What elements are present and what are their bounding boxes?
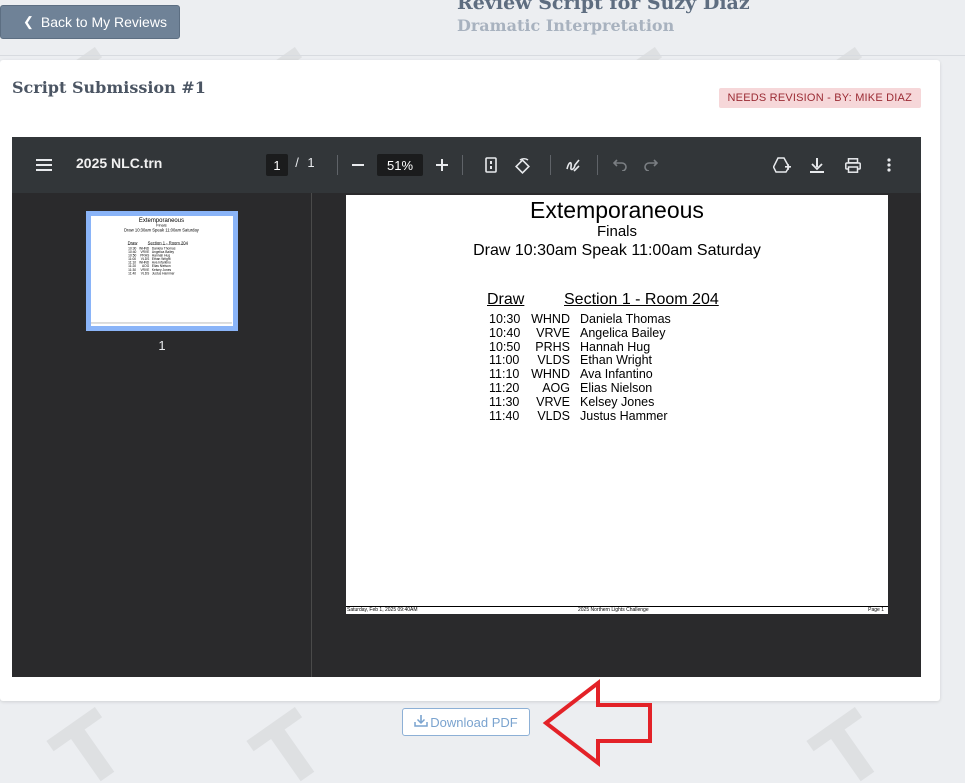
draw-row: 11:10 WHND Ava Infantino	[346, 367, 888, 382]
footer-page: Page 1	[868, 607, 884, 613]
zoom-out-icon[interactable]	[346, 153, 370, 177]
row-time: 10:50	[489, 339, 521, 354]
rotate-icon[interactable]	[511, 153, 535, 177]
thumbnail-preview: Extemporaneous Finals Draw 10:30am Speak…	[91, 216, 232, 325]
annotate-icon[interactable]	[561, 153, 585, 177]
page-separator: /	[295, 155, 299, 170]
status-badge: NEEDS REVISION - BY: MIKE DIAZ	[718, 88, 921, 108]
draw-row: 10:40 VRVE Angelica Bailey	[346, 325, 888, 341]
pdf-file-name: 2025 NLC.trn	[76, 155, 163, 171]
download-icon	[414, 714, 429, 730]
more-vert-icon[interactable]	[877, 153, 901, 177]
pdf-viewer: 2025 NLC.trn 1 / 1 51% Extemporaneous Fi…	[12, 137, 921, 677]
draw-list: 10:30 WHND Daniela Thomas 10:40 VRVE Angelic…	[346, 312, 888, 424]
row-school: AOG	[542, 380, 570, 395]
watermark: T	[35, 692, 145, 783]
thumb-doc-round: Finals	[156, 223, 167, 228]
back-button-label: Back to My Reviews	[40, 14, 167, 30]
download-icon[interactable]	[805, 153, 829, 177]
doc-title: Extemporaneous	[530, 197, 704, 223]
page-subtitle: Dramatic Interpretation	[457, 16, 675, 35]
toolbar-divider	[550, 155, 551, 175]
footer-event: 2025 Northern Lights Challenge	[578, 607, 649, 613]
row-school: VLDS	[537, 408, 570, 423]
row-name: Daniela Thomas	[580, 312, 671, 326]
top-bar: ❮ Back to My Reviews Review Script for S…	[0, 0, 965, 56]
row-school: WHND	[531, 312, 570, 326]
chevron-left-icon: ❮	[23, 14, 34, 29]
row-school: PRHS	[535, 339, 570, 354]
arrow-annotation	[542, 678, 652, 768]
row-name: Angelica Bailey	[580, 325, 666, 340]
row-school: VRVE	[536, 394, 570, 409]
draw-row: 10:50 PRHS Hannah Hug	[346, 339, 888, 355]
redo-icon[interactable]	[639, 153, 663, 177]
row-name: Elias Nielson	[580, 380, 653, 395]
row-time: 11:00	[489, 353, 520, 368]
row-time: 10:30	[489, 312, 521, 326]
pdf-page: Extemporaneous Finals Draw 10:30am Speak…	[346, 195, 888, 614]
page-total: 1	[307, 155, 315, 170]
print-icon[interactable]	[841, 153, 865, 177]
thumb-doc-schedule: Draw 10:30am Speak 11:00am Saturday	[124, 228, 199, 233]
fit-page-icon[interactable]	[479, 153, 503, 177]
col-header-draw: Draw	[487, 291, 525, 308]
thumb-col-draw: Draw	[127, 240, 138, 246]
page-number-input[interactable]: 1	[266, 154, 288, 176]
submission-card: Script Submission #1 NEEDS REVISION - BY…	[0, 60, 940, 701]
download-pdf-button[interactable]: Download PDF	[402, 708, 530, 736]
toolbar-divider	[337, 155, 338, 175]
toolbar-divider	[462, 155, 463, 175]
submission-title: Script Submission #1	[12, 78, 206, 97]
page-title: Review Script for Suzy Diaz	[457, 0, 750, 14]
row-time: 11:20	[489, 380, 520, 395]
row-school: WHND	[531, 367, 570, 382]
page-thumbnail[interactable]: Extemporaneous Finals Draw 10:30am Speak…	[86, 211, 238, 331]
thumb-rows: 10:30 WHND Daniela Thomas 10:40 VRVE Angelic…	[91, 246, 232, 276]
thumb-footer	[91, 322, 232, 325]
save-to-drive-icon[interactable]	[770, 153, 794, 177]
doc-round: Finals	[596, 223, 637, 240]
row-school: VLDS	[537, 353, 570, 368]
draw-row: 11:20 AOG Elias Nielson	[346, 380, 888, 396]
row-name: Ava Infantino	[580, 367, 653, 382]
draw-row: 10:30 WHND Daniela Thomas	[346, 312, 888, 327]
row-name: Hannah Hug	[580, 339, 651, 354]
back-to-reviews-button[interactable]: ❮ Back to My Reviews	[0, 5, 180, 39]
draw-row: 11:40 VLDS Justus Hammer	[346, 408, 888, 424]
row-name: Justus Hammer	[580, 408, 668, 423]
undo-icon[interactable]	[608, 153, 632, 177]
thumbnail-sidebar: Extemporaneous Finals Draw 10:30am Speak…	[12, 193, 312, 677]
thumb-row: 11:40 VLDS Justus Hammer	[128, 271, 175, 276]
draw-row: 11:00 VLDS Ethan Wright	[346, 354, 888, 368]
menu-icon[interactable]	[32, 153, 56, 177]
thumbnail-page-number: 1	[158, 338, 166, 353]
row-time: 11:30	[489, 394, 520, 409]
footer-date: Saturday, Feb 1, 2025 09:40AM	[347, 607, 418, 613]
doc-schedule: Draw 10:30am Speak 11:00am Saturday	[473, 242, 761, 259]
zoom-level-input[interactable]: 51%	[377, 154, 423, 176]
row-time: 11:40	[489, 408, 520, 423]
row-school: VRVE	[536, 325, 570, 340]
watermark: T	[235, 692, 345, 783]
toolbar-divider	[597, 155, 598, 175]
row-time: 11:10	[489, 367, 520, 382]
draw-row: 11:30 VRVE Kelsey Jones	[346, 394, 888, 410]
pdf-toolbar: 2025 NLC.trn 1 / 1 51%	[12, 137, 921, 193]
watermark: T	[795, 692, 905, 783]
download-pdf-label: Download PDF	[430, 714, 518, 730]
doc-footer: Saturday, Feb 1, 2025 09:40AM 2025 North…	[346, 606, 888, 614]
row-time: 10:40	[489, 325, 521, 340]
row-name: Ethan Wright	[580, 353, 653, 368]
row-name: Kelsey Jones	[580, 394, 655, 409]
thumb-col-section: Section 1 - Room 204	[147, 240, 188, 246]
col-header-section: Section 1 - Room 204	[564, 291, 719, 308]
zoom-in-icon[interactable]	[430, 153, 454, 177]
